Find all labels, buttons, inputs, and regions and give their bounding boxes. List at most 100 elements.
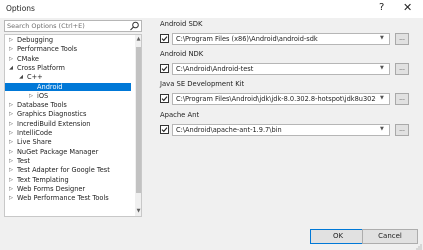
collapsed-arrow-icon[interactable]: ▷ (8, 120, 14, 129)
path-value: C:\Program Files\Android\jdk\jdk-8.0.302… (176, 95, 376, 103)
tree-item-label: iOS (37, 91, 49, 100)
tree-item[interactable]: ▷ Test (5, 157, 131, 166)
section-label: Java SE Development Kit (160, 80, 245, 88)
scroll-thumb[interactable] (136, 47, 141, 193)
path-row: C:\Android\apache-ant-1.9.7\bin ▼... (160, 124, 410, 136)
tree-item[interactable]: ▷ Test Adapter for Google Test (5, 166, 131, 175)
section-label: Apache Ant (160, 111, 200, 119)
enable-checkbox[interactable] (160, 64, 169, 73)
tree-item[interactable]: ▷ Database Tools (5, 101, 131, 110)
collapsed-arrow-icon[interactable]: ▷ (8, 148, 14, 157)
checkmark-icon (161, 36, 168, 42)
path-row: C:\Program Files (x86)\Android\android-s… (160, 33, 410, 45)
tree-item[interactable]: ▷ CMake (5, 55, 131, 64)
collapsed-arrow-icon[interactable]: ▷ (8, 101, 14, 110)
tree-item-label: IncrediBuild Extension (17, 119, 91, 128)
expanded-arrow-icon[interactable]: ◢ (18, 73, 24, 82)
tree-item[interactable]: ▷ Web Forms Designer (5, 185, 131, 194)
tree-item-label: Live Share (17, 138, 52, 147)
enable-checkbox[interactable] (160, 94, 169, 103)
path-value: C:\Android\Android-test (176, 65, 254, 73)
scroll-down-icon[interactable]: ▼ (135, 208, 141, 215)
options-tree[interactable]: ▷ Debugging ▷ Performance Tools ▷ CMake ◢ Cross… (4, 34, 142, 217)
collapsed-arrow-icon[interactable]: ▷ (8, 129, 14, 138)
tree-item-label: Debugging (17, 36, 54, 44)
tree-item-label: C++ (27, 73, 43, 82)
tree-item[interactable]: Android (5, 82, 131, 91)
tree-item-label: Web Forms Designer (17, 184, 86, 193)
collapsed-arrow-icon[interactable]: ▷ (8, 176, 14, 185)
tree-item[interactable]: ▷ IncrediBuild Extension (5, 120, 131, 129)
tree-item[interactable]: ▷ iOS (5, 92, 131, 101)
checkmark-icon (161, 96, 168, 102)
collapsed-arrow-icon[interactable]: ▷ (8, 45, 14, 54)
path-value: C:\Android\apache-ant-1.9.7\bin (176, 126, 282, 134)
browse-button[interactable]: ... (395, 124, 409, 136)
tree-item[interactable]: ▷ Debugging (5, 36, 131, 45)
tree-item-label: Test (17, 156, 30, 165)
browse-button[interactable]: ... (395, 33, 409, 45)
tree-item-label: Test Adapter for Google Test (17, 166, 110, 175)
path-row: C:\Program Files\Android\jdk\jdk-8.0.302… (160, 93, 410, 105)
checkmark-icon (161, 66, 168, 72)
collapsed-arrow-icon[interactable]: ▷ (8, 185, 14, 194)
section-label: Android NDK (160, 50, 204, 58)
collapsed-arrow-icon[interactable]: ▷ (28, 92, 34, 101)
tree-item-label: Database Tools (17, 101, 67, 110)
tree-item[interactable]: ▷ Live Share (5, 138, 131, 147)
tree-item-label: Android (37, 82, 63, 91)
collapsed-arrow-icon[interactable]: ▷ (8, 110, 14, 119)
enable-checkbox[interactable] (160, 34, 169, 43)
expanded-arrow-icon[interactable]: ◢ (8, 64, 14, 73)
search-input[interactable] (7, 21, 125, 31)
chevron-down-icon[interactable]: ▼ (380, 126, 384, 132)
resize-grip-icon[interactable] (415, 243, 422, 250)
path-combobox[interactable]: C:\Android\apache-ant-1.9.7\bin ▼ (172, 124, 390, 136)
browse-button[interactable]: ... (395, 63, 409, 75)
chevron-down-icon[interactable]: ▼ (380, 35, 384, 41)
tree-item-label: NuGet Package Manager (17, 147, 99, 156)
collapsed-arrow-icon[interactable]: ▷ (8, 194, 14, 203)
path-combobox[interactable]: C:\Android\Android-test ▼ (172, 63, 390, 75)
title-bar: Options ? ✕ (0, 0, 423, 18)
collapsed-arrow-icon[interactable]: ▷ (8, 36, 14, 45)
tree-item-label: Text Templating (17, 175, 69, 184)
tree-item[interactable]: ◢ C++ (5, 73, 131, 82)
help-button[interactable]: ? (379, 2, 384, 14)
tree-item[interactable]: ◢ Cross Platform (5, 64, 131, 73)
tree-item[interactable]: ▷ NuGet Package Manager (5, 148, 131, 157)
tree-item-label: CMake (17, 54, 39, 63)
tree-item[interactable]: ▷ Performance Tools (5, 45, 131, 54)
tree-item[interactable]: ▷ Text Templating (5, 176, 131, 185)
collapsed-arrow-icon[interactable]: ▷ (8, 166, 14, 175)
search-box[interactable] (4, 20, 142, 32)
tree-item[interactable]: ▷ Graphics Diagnostics (5, 110, 131, 119)
cancel-button[interactable]: Cancel (362, 229, 418, 244)
tree-item-label: Graphics Diagnostics (17, 110, 87, 119)
path-row: C:\Android\Android-test ▼... (160, 63, 410, 75)
tree-item[interactable]: ▷ Web Performance Test Tools (5, 194, 131, 203)
collapsed-arrow-icon[interactable]: ▷ (8, 138, 14, 147)
tree-item-label: Performance Tools (17, 45, 78, 54)
search-icon[interactable] (129, 21, 140, 31)
scroll-up-icon[interactable]: ▲ (135, 36, 141, 43)
tree-item-label: Web Performance Test Tools (17, 194, 109, 203)
path-value: C:\Program Files (x86)\Android\android-s… (176, 35, 318, 43)
tree-item-label: Cross Platform (17, 63, 65, 72)
path-combobox[interactable]: C:\Program Files (x86)\Android\android-s… (172, 33, 390, 45)
tree-item-label: IntelliCode (17, 129, 53, 137)
collapsed-arrow-icon[interactable]: ▷ (8, 157, 14, 166)
chevron-down-icon[interactable]: ▼ (380, 95, 384, 101)
chevron-down-icon[interactable]: ▼ (380, 65, 384, 71)
window-title: Options (6, 4, 35, 13)
tree-item[interactable]: ▷ IntelliCode (5, 129, 131, 138)
close-button[interactable]: ✕ (403, 2, 412, 14)
browse-button[interactable]: ... (395, 93, 409, 105)
path-combobox[interactable]: C:\Program Files\Android\jdk\jdk-8.0.302… (172, 93, 390, 105)
collapsed-arrow-icon[interactable]: ▷ (8, 55, 14, 64)
checkmark-icon (161, 127, 168, 133)
section-label: Android SDK (160, 20, 203, 28)
enable-checkbox[interactable] (160, 125, 169, 134)
tree-scrollbar[interactable]: ▲ ▼ (135, 35, 141, 216)
ok-button[interactable]: OK (310, 229, 366, 244)
